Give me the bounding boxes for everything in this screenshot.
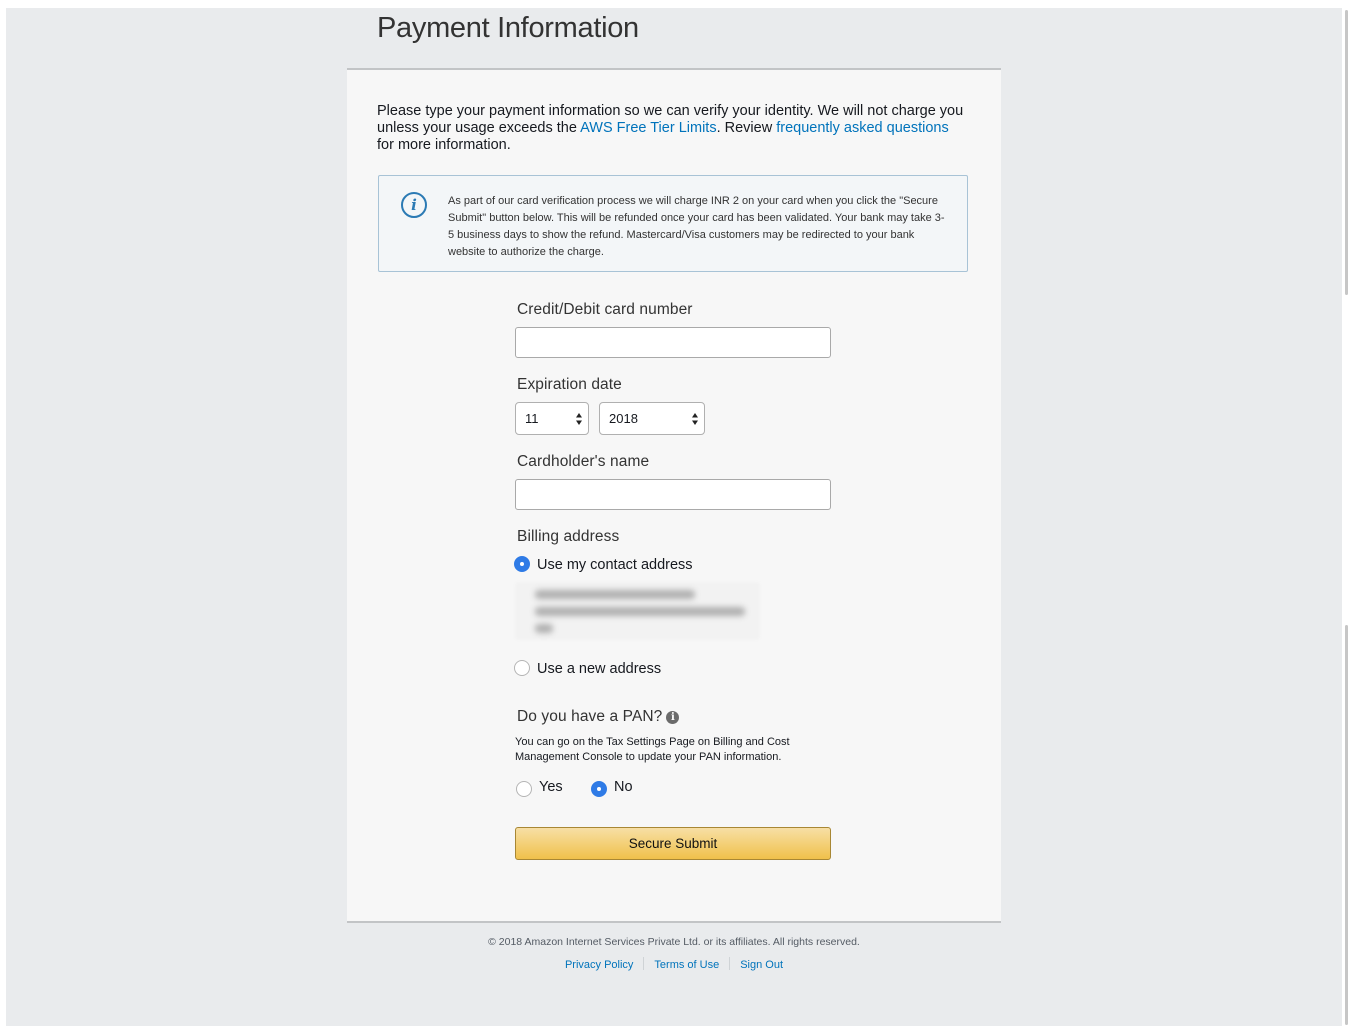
card-number-label: Credit/Debit card number (517, 301, 693, 318)
card-number-input[interactable] (515, 327, 831, 358)
intro-paragraph: Please type your payment information so … (377, 103, 967, 154)
cardholder-name-label: Cardholder's name (517, 453, 650, 470)
redacted-line (535, 624, 553, 633)
free-tier-link[interactable]: AWS Free Tier Limits (580, 120, 716, 136)
pan-question-text: Do you have a PAN? (517, 708, 663, 725)
contact-address-radio[interactable] (514, 556, 530, 572)
intro-text-middle: . Review (716, 120, 777, 136)
redacted-address (515, 582, 760, 640)
verification-notice: i As part of our card verification proce… (378, 175, 968, 272)
faq-link[interactable]: frequently asked questions (776, 120, 949, 136)
scrollbar-thumb[interactable] (1345, 10, 1348, 295)
privacy-policy-link[interactable]: Privacy Policy (555, 959, 643, 971)
pan-yes-label[interactable]: Yes (539, 779, 563, 795)
scrollbar-thumb-lower[interactable] (1345, 625, 1348, 1025)
billing-address-label: Billing address (517, 528, 620, 545)
terms-of-use-link[interactable]: Terms of Use (644, 959, 729, 971)
select-arrows-icon (576, 413, 582, 425)
redacted-line (535, 607, 745, 616)
expiration-month-value: 11 (525, 411, 539, 426)
footer-links: Privacy Policy Terms of Use Sign Out (347, 957, 1001, 971)
pan-yes-radio[interactable] (516, 781, 532, 797)
expiration-year-select[interactable]: 2018 (599, 402, 705, 435)
intro-text-after: for more information. (377, 137, 511, 153)
secure-submit-button[interactable]: Secure Submit (515, 827, 831, 860)
sign-out-link[interactable]: Sign Out (730, 959, 793, 971)
pan-help-text: You can go on the Tax Settings Page on B… (515, 736, 790, 763)
expiration-date-label: Expiration date (517, 376, 622, 393)
contact-address-label[interactable]: Use my contact address (537, 557, 693, 573)
pan-question: Do you have a PAN? i (517, 708, 680, 726)
payment-form-card: Please type your payment information so … (347, 68, 1001, 923)
pan-no-label[interactable]: No (614, 779, 633, 795)
info-circle-icon[interactable]: i (666, 711, 680, 724)
cardholder-name-input[interactable] (515, 479, 831, 510)
expiration-year-value: 2018 (609, 411, 638, 426)
footer-copyright: © 2018 Amazon Internet Services Private … (488, 936, 860, 948)
select-arrows-icon (692, 413, 698, 425)
new-address-label[interactable]: Use a new address (537, 661, 661, 677)
expiration-month-select[interactable]: 11 (515, 402, 589, 435)
pan-no-radio[interactable] (591, 781, 607, 797)
info-icon: i (401, 192, 427, 218)
notice-text: As part of our card verification process… (448, 195, 945, 258)
page-title: Payment Information (377, 12, 639, 44)
scrollbar[interactable] (1344, 0, 1350, 1027)
redacted-line (535, 590, 695, 599)
new-address-radio[interactable] (514, 660, 530, 676)
